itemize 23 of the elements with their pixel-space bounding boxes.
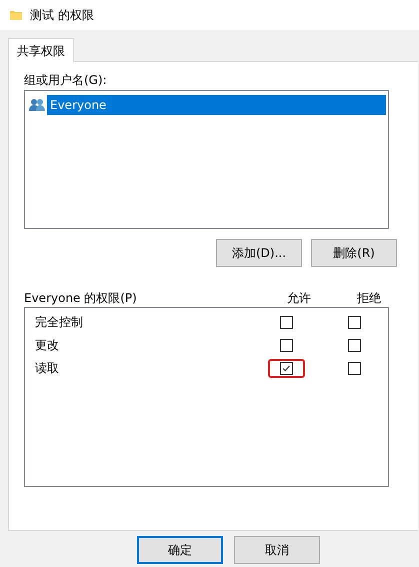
permission-name: 完全控制 — [34, 314, 84, 331]
permission-name: 读取 — [34, 360, 60, 377]
remove-button[interactable]: 删除(R) — [311, 239, 397, 267]
users-icon — [29, 98, 45, 112]
checkbox[interactable] — [348, 362, 361, 375]
field-label: Everyone 的权限(P) — [24, 290, 138, 306]
checkbox[interactable] — [280, 362, 293, 375]
checkbox[interactable] — [348, 339, 361, 352]
folder-icon — [10, 9, 22, 21]
window-title: 测试 的权限 — [30, 6, 94, 24]
tab[interactable]: 共享权限 — [8, 38, 74, 62]
cancel-button[interactable]: 取消 — [234, 536, 320, 564]
column-header: 允许 — [286, 290, 312, 306]
list-item[interactable]: Everyone — [47, 95, 386, 115]
checkbox[interactable] — [280, 339, 293, 352]
ok-button[interactable]: 确定 — [137, 536, 223, 564]
field-label: 组或用户名(G): — [24, 72, 108, 89]
permission-name: 更改 — [34, 337, 60, 354]
checkbox[interactable] — [348, 316, 361, 329]
checkbox[interactable] — [280, 316, 293, 329]
add-button[interactable]: 添加(D)... — [216, 239, 302, 267]
column-header: 拒绝 — [356, 290, 382, 306]
user-list[interactable]: Everyone — [24, 90, 389, 229]
